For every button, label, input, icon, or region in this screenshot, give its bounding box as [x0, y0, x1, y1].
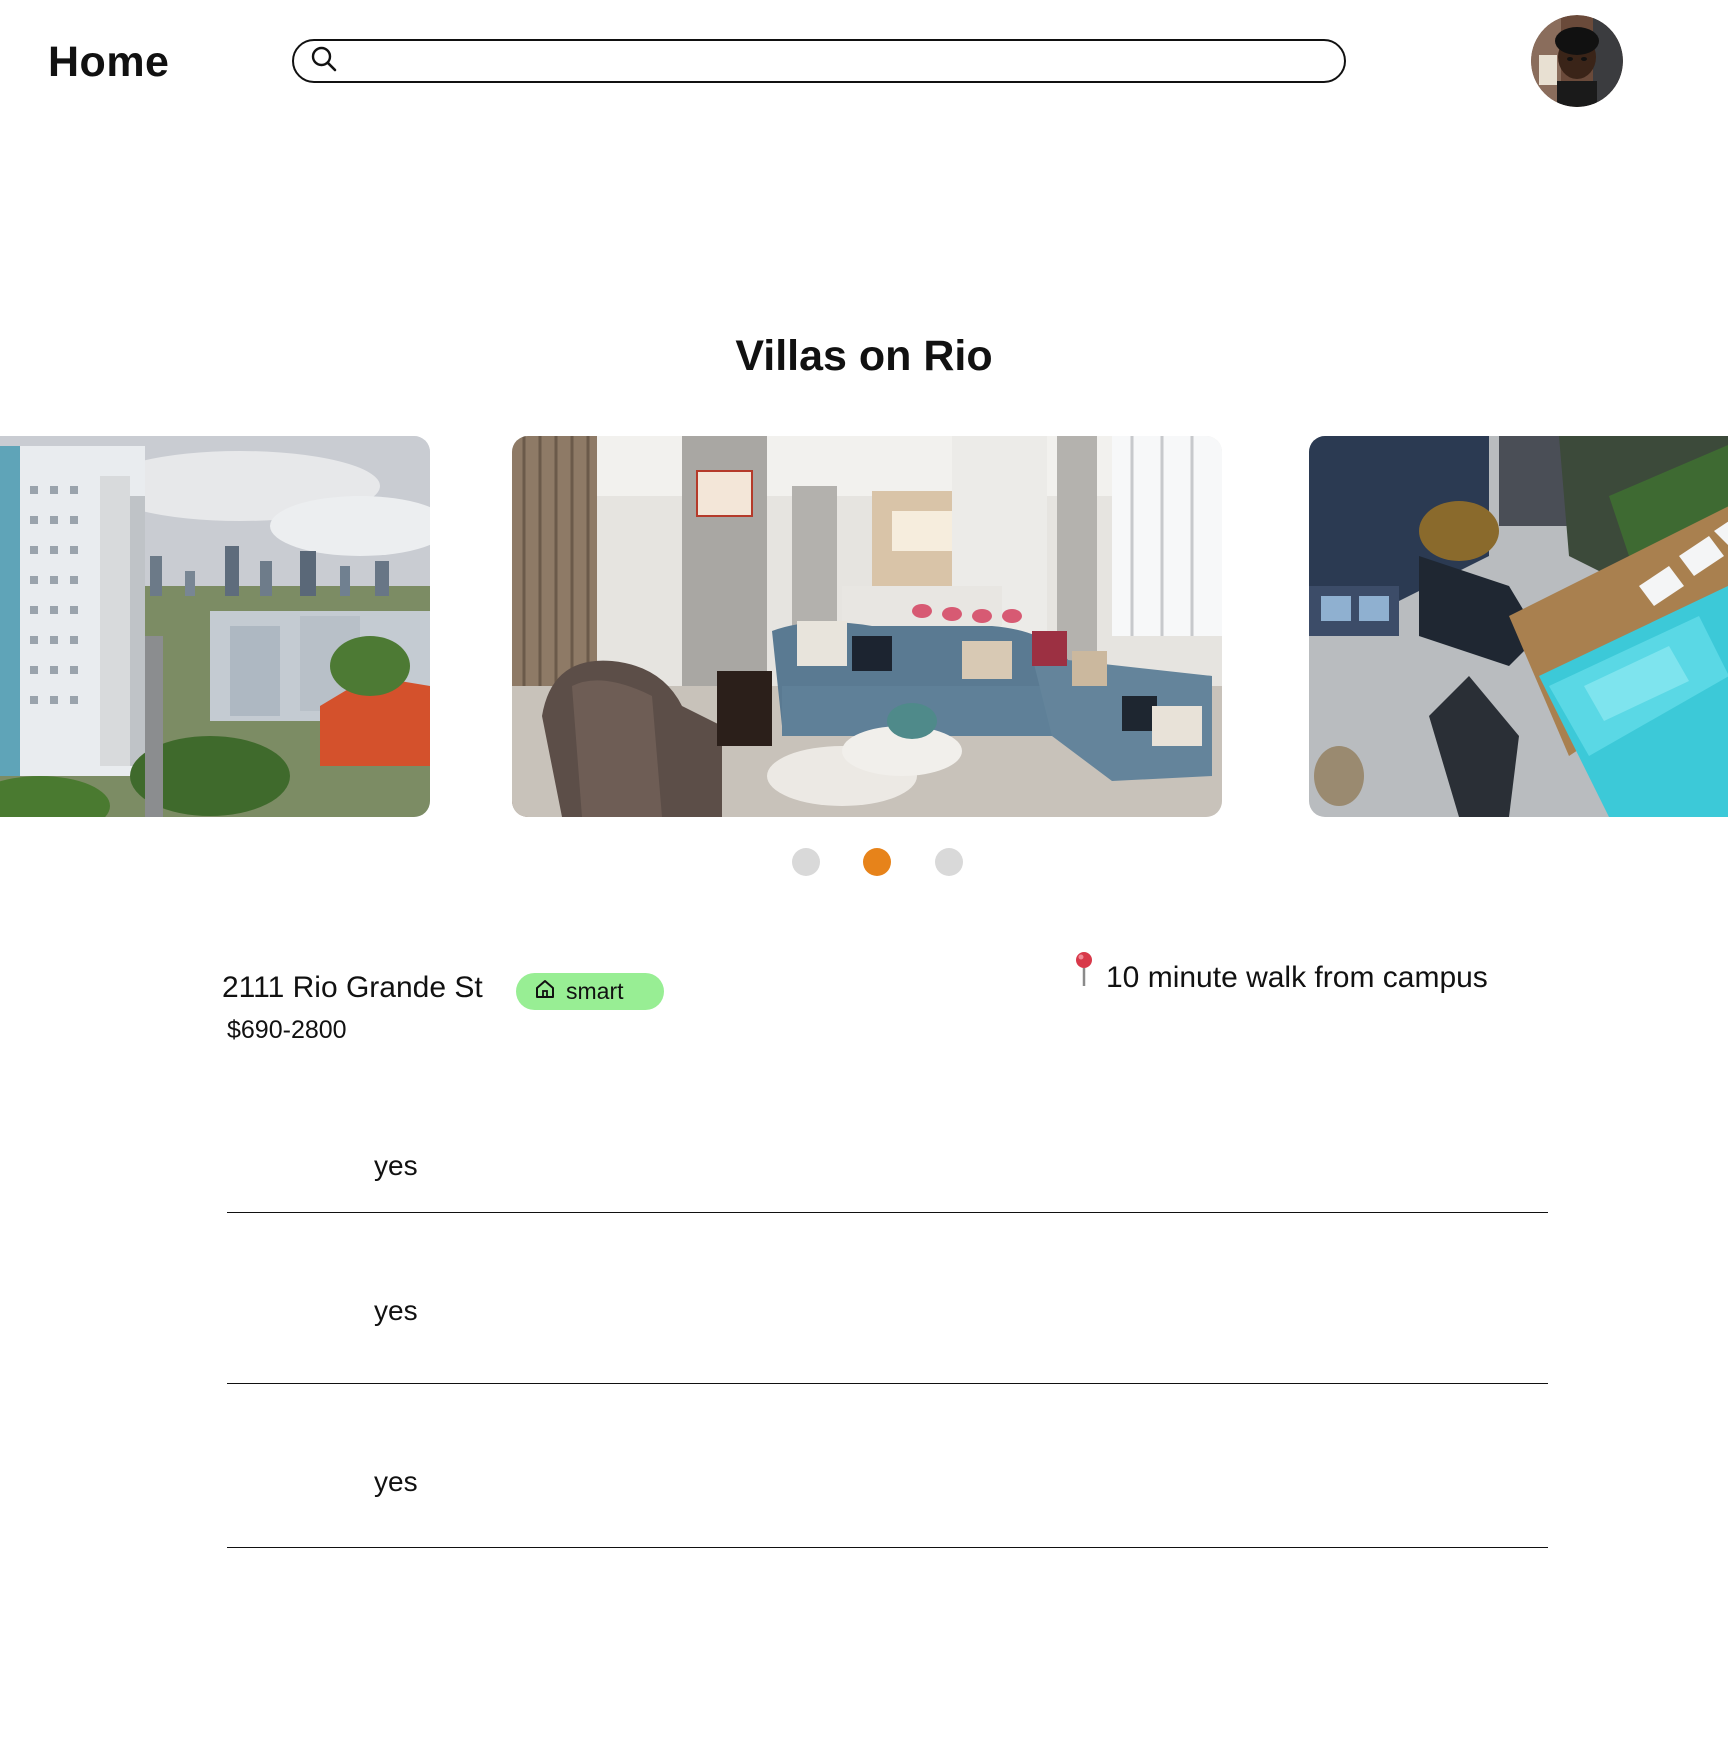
- property-title: Villas on Rio: [735, 332, 993, 380]
- smart-badge-label: smart: [566, 978, 624, 1004]
- city-skyline-photo: [0, 436, 430, 817]
- user-avatar[interactable]: [1531, 15, 1623, 107]
- price-range: $690-2800: [227, 1016, 347, 1044]
- carousel-dot-2[interactable]: [863, 848, 891, 876]
- campus-distance-text: 10 minute walk from campus: [1106, 961, 1488, 994]
- carousel-slide-city[interactable]: [0, 436, 430, 817]
- home-icon: [534, 978, 566, 1006]
- feature-row: yes: [227, 1140, 1548, 1213]
- feature-row: yes: [227, 1213, 1548, 1384]
- lounge-interior-photo: [512, 436, 1222, 817]
- feature-row: yes: [227, 1384, 1548, 1548]
- search-icon: [310, 45, 338, 78]
- search-input[interactable]: [348, 44, 1344, 78]
- smart-badge: smart: [516, 973, 664, 1010]
- carousel-pagination: [0, 848, 1728, 876]
- feature-value: yes: [374, 1466, 418, 1497]
- feature-value: yes: [374, 1295, 418, 1326]
- carousel-slide-pool[interactable]: [1309, 436, 1728, 817]
- property-address: 2111 Rio Grande St: [222, 971, 483, 1004]
- search-bar[interactable]: [292, 39, 1346, 83]
- campus-distance: 10 minute walk from campus: [1072, 952, 1488, 998]
- carousel-dot-3[interactable]: [935, 848, 963, 876]
- rooftop-pool-photo: [1309, 436, 1728, 817]
- feature-value: yes: [374, 1150, 418, 1181]
- carousel-slide-lounge[interactable]: [512, 436, 1222, 817]
- page-title[interactable]: Home: [48, 36, 169, 88]
- carousel-dot-1[interactable]: [792, 848, 820, 876]
- map-pin-icon: [1072, 952, 1106, 998]
